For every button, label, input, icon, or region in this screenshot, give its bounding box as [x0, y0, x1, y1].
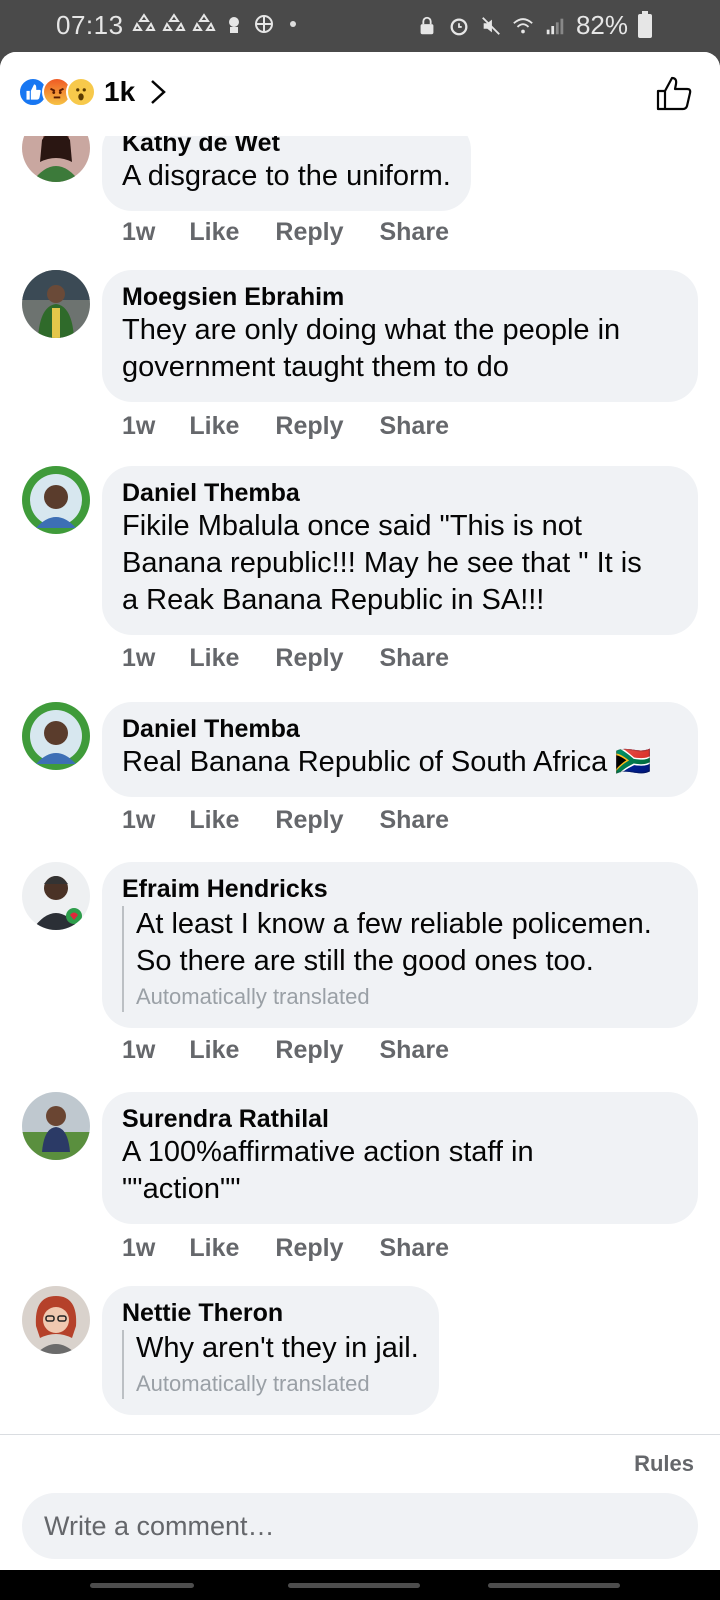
comment-actions: 1w Like Reply Share — [122, 1234, 485, 1263]
comment-actions: 1w Like Reply Share — [122, 1036, 485, 1065]
alarm-icon — [450, 17, 468, 35]
recent-apps-button[interactable] — [90, 1583, 194, 1588]
system-icons: 82% — [416, 10, 652, 41]
signal-icon — [546, 18, 564, 34]
comment-author[interactable]: Surendra Rathilal — [122, 1104, 678, 1134]
system-nav-bar — [0, 1570, 720, 1600]
home-button[interactable] — [288, 1583, 420, 1588]
reaction-count: 1k — [104, 76, 136, 107]
reply-button[interactable]: Reply — [275, 1036, 343, 1065]
comment-time[interactable]: 1w — [122, 412, 155, 441]
mute-icon — [482, 16, 500, 35]
comment-author[interactable]: Daniel Themba — [122, 478, 678, 508]
wifi-icon — [513, 17, 533, 33]
notification-icons — [132, 12, 296, 36]
avatar[interactable] — [22, 270, 90, 338]
reply-button[interactable]: Reply — [275, 218, 343, 247]
comments-list: Kathy de Wet A disgrace to the uniform. … — [0, 136, 720, 1486]
share-button[interactable]: Share — [379, 1036, 448, 1065]
recycle-icon — [192, 13, 216, 31]
comment-actions: 1w Like Reply Share — [122, 412, 485, 441]
comment-time[interactable]: 1w — [122, 218, 155, 247]
status-bar: 07:13 82% — [0, 0, 720, 52]
comment-bubble[interactable]: Moegsien Ebrahim They are only doing wha… — [102, 270, 698, 402]
comment-time[interactable]: 1w — [122, 1036, 155, 1065]
comment-author[interactable]: Kathy de Wet — [122, 136, 451, 158]
translated-block: At least I know a few reliable policemen… — [122, 906, 678, 1012]
comment-text-line: A 100%affirmative action staff in — [122, 1136, 534, 1168]
comment-time[interactable]: 1w — [122, 1234, 155, 1263]
avatar[interactable] — [22, 702, 90, 770]
recycle-icon — [162, 13, 186, 31]
comment-bubble[interactable]: Kathy de Wet A disgrace to the uniform. — [102, 136, 471, 211]
comment-text-line: a Reak Banana Republic in SA!!! — [122, 584, 545, 616]
reactions-summary[interactable]: 1k — [18, 76, 167, 108]
more-notifications-dot — [290, 21, 296, 27]
like-button[interactable]: Like — [189, 806, 239, 835]
recycle-icon — [132, 13, 156, 31]
share-button[interactable]: Share — [379, 1234, 448, 1263]
avatar[interactable] — [22, 862, 90, 930]
app-notification-icon — [229, 17, 239, 33]
reply-button[interactable]: Reply — [275, 412, 343, 441]
comment-time[interactable]: 1w — [122, 806, 155, 835]
avatar[interactable] — [22, 466, 90, 534]
like-button[interactable]: Like — [189, 412, 239, 441]
battery-percent: 82% — [575, 10, 628, 40]
comment-author[interactable]: Moegsien Ebrahim — [122, 282, 678, 312]
share-button[interactable]: Share — [379, 412, 448, 441]
translated-block: Why aren't they in jail. Automatically t… — [122, 1330, 419, 1399]
comment-text-line: So there are still the good ones too. — [136, 945, 594, 977]
translation-note[interactable]: Automatically translated — [136, 1369, 419, 1399]
comment-actions: 1w Like Reply Share — [122, 806, 485, 835]
like-button[interactable]: Like — [189, 1234, 239, 1263]
sheet-header: 1k — [0, 52, 720, 136]
comment-text: Real Banana Republic of South Africa 🇿🇦 — [122, 746, 652, 778]
comment-actions: 1w Like Reply Share — [122, 218, 485, 247]
like-button-icon[interactable] — [654, 74, 694, 114]
translation-note[interactable]: Automatically translated — [136, 982, 678, 1012]
avatar[interactable] — [22, 136, 90, 182]
comment-text-line: They are only doing what the people in — [122, 314, 621, 346]
app-notification-icon — [255, 15, 273, 33]
comment-text-line: government taught them to do — [122, 351, 509, 383]
comment-input[interactable]: Write a comment… — [22, 1493, 698, 1559]
comment-bubble[interactable]: Surendra Rathilal A 100%affirmative acti… — [102, 1092, 698, 1224]
share-button[interactable]: Share — [379, 218, 448, 247]
comment-actions: 1w Like Reply Share — [122, 644, 485, 673]
comment-bubble[interactable]: Daniel Themba Fikile Mbalula once said "… — [102, 466, 698, 635]
comments-sheet: 1k Kathy de Wet A disgrace to the unifor… — [0, 52, 720, 1570]
avatar[interactable] — [22, 1092, 90, 1160]
comment-text-line: Banana republic!!! May he see that " It … — [122, 547, 642, 579]
comment-text-line: Fikile Mbalula once said "This is not — [122, 510, 582, 542]
comment-bubble[interactable]: Daniel Themba Real Banana Republic of So… — [102, 702, 698, 797]
comment-author[interactable]: Daniel Themba — [122, 714, 678, 744]
comment-text: A disgrace to the uniform. — [122, 160, 451, 192]
comment-composer-area: Rules Write a comment… — [0, 1434, 720, 1570]
reply-button[interactable]: Reply — [275, 806, 343, 835]
like-button[interactable]: Like — [189, 1036, 239, 1065]
rules-link[interactable]: Rules — [634, 1451, 694, 1477]
share-button[interactable]: Share — [379, 644, 448, 673]
like-button[interactable]: Like — [189, 644, 239, 673]
share-button[interactable]: Share — [379, 806, 448, 835]
wow-reaction-icon — [66, 77, 96, 107]
comment-bubble[interactable]: Efraim Hendricks At least I know a few r… — [102, 862, 698, 1028]
like-button[interactable]: Like — [189, 218, 239, 247]
status-time: 07:13 — [56, 10, 124, 40]
comment-text-line: ""action"" — [122, 1173, 241, 1205]
comment-time[interactable]: 1w — [122, 644, 155, 673]
back-button[interactable] — [488, 1583, 620, 1588]
comment-text: Why aren't they in jail. — [136, 1332, 419, 1364]
chevron-right-icon[interactable] — [149, 77, 167, 107]
comment-author[interactable]: Efraim Hendricks — [122, 874, 678, 904]
comment-bubble[interactable]: Nettie Theron Why aren't they in jail. A… — [102, 1286, 439, 1415]
battery-icon — [638, 10, 652, 38]
comment-text-line: At least I know a few reliable policemen… — [136, 908, 652, 940]
reply-button[interactable]: Reply — [275, 644, 343, 673]
lock-icon — [420, 16, 434, 34]
avatar[interactable] — [22, 1286, 90, 1354]
reply-button[interactable]: Reply — [275, 1234, 343, 1263]
comment-author[interactable]: Nettie Theron — [122, 1298, 419, 1328]
